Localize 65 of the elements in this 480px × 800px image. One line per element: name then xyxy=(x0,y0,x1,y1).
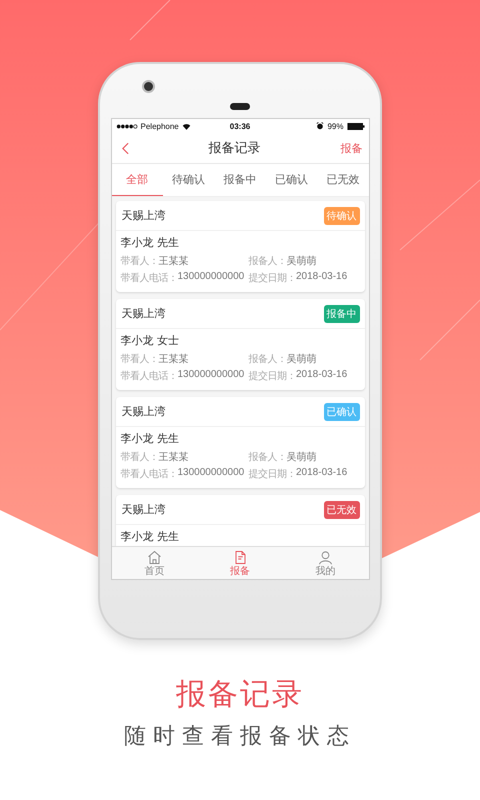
filter-tab[interactable]: 已确认 xyxy=(266,164,318,196)
record-card[interactable]: 天赐上湾 已确认 李小龙 先生 带看人：王某某 报备人：吴萌萌 带看人电话：130000000000 提交日期：2018-03-16 xyxy=(116,397,364,488)
signal-icon xyxy=(116,124,138,128)
field-label: 提交日期： xyxy=(248,370,296,383)
carrier-name: Pelephone xyxy=(140,122,179,130)
client-name: 李小龙 先生 xyxy=(120,431,180,446)
field-value: 130000000000 xyxy=(178,369,244,382)
field-value: 2018-03-16 xyxy=(296,369,348,382)
record-card[interactable]: 天赐上湾 报备中 李小龙 女士 带看人：王某某 报备人：吴萌萌 带看人电话：130000000000 提交日期：2018-03-16 xyxy=(116,299,364,390)
person-icon xyxy=(318,550,334,564)
battery-icon xyxy=(346,122,364,130)
project-name: 天赐上湾 xyxy=(122,502,166,517)
filter-tab[interactable]: 已无效 xyxy=(317,164,368,196)
project-name: 天赐上湾 xyxy=(122,306,166,321)
battery-percent: 99% xyxy=(327,122,344,130)
project-name: 天赐上湾 xyxy=(122,208,166,223)
bottom-tab[interactable]: 报备 xyxy=(197,547,283,579)
bottom-tab[interactable]: 我的 xyxy=(282,547,368,579)
field-value: 吴萌萌 xyxy=(286,254,316,268)
status-badge: 报备中 xyxy=(324,304,360,322)
client-name: 李小龙 先生 xyxy=(120,235,180,250)
field-label: 带看人： xyxy=(120,450,158,464)
page-title: 报备记录 xyxy=(208,140,260,157)
field-value: 2018-03-16 xyxy=(296,467,348,480)
field-label: 带看人： xyxy=(120,254,158,268)
bottom-tab[interactable]: 首页 xyxy=(112,547,198,579)
document-icon xyxy=(232,550,248,564)
field-label: 带看人电话： xyxy=(120,370,178,383)
field-label: 报备人： xyxy=(248,254,286,268)
client-name: 李小龙 女士 xyxy=(120,333,180,348)
field-label: 报备人： xyxy=(248,450,286,464)
record-card[interactable]: 天赐上湾 已无效 李小龙 先生 xyxy=(116,495,364,546)
project-name: 天赐上湾 xyxy=(122,404,166,419)
field-value: 王某某 xyxy=(158,450,188,464)
report-link[interactable]: 报备 xyxy=(340,140,362,156)
wifi-icon xyxy=(182,122,191,130)
field-label: 提交日期： xyxy=(248,468,296,481)
field-value: 130000000000 xyxy=(178,271,244,284)
field-value: 吴萌萌 xyxy=(286,450,316,464)
field-label: 报备人： xyxy=(248,352,286,366)
filter-tab[interactable]: 待确认 xyxy=(162,164,214,196)
back-icon[interactable] xyxy=(122,142,128,154)
field-value: 130000000000 xyxy=(178,467,244,480)
filter-tab[interactable]: 全部 xyxy=(112,164,163,196)
alarm-icon xyxy=(316,122,324,130)
status-badge: 待确认 xyxy=(324,206,360,224)
caption-subtitle: 随时查看报备状态 xyxy=(124,723,356,751)
camera-icon xyxy=(142,80,155,93)
home-icon xyxy=(146,550,162,564)
field-label: 带看人： xyxy=(120,352,158,366)
speaker-icon xyxy=(230,103,250,110)
client-name: 李小龙 先生 xyxy=(120,529,180,544)
status-badge: 已无效 xyxy=(324,500,360,518)
field-label: 带看人电话： xyxy=(120,272,178,285)
field-label: 带看人电话： xyxy=(120,468,178,481)
status-time: 03:36 xyxy=(230,122,250,130)
field-value: 王某某 xyxy=(158,352,188,366)
field-value: 2018-03-16 xyxy=(296,271,348,284)
field-value: 吴萌萌 xyxy=(286,352,316,366)
field-value: 王某某 xyxy=(158,254,188,268)
record-card[interactable]: 天赐上湾 待确认 李小龙 先生 带看人：王某某 报备人：吴萌萌 带看人电话：130000000000 提交日期：2018-03-16 xyxy=(116,201,364,292)
status-badge: 已确认 xyxy=(324,402,360,420)
field-label: 提交日期： xyxy=(248,272,296,285)
filter-tab[interactable]: 报备中 xyxy=(214,164,266,196)
caption-title: 报备记录 xyxy=(176,676,304,714)
